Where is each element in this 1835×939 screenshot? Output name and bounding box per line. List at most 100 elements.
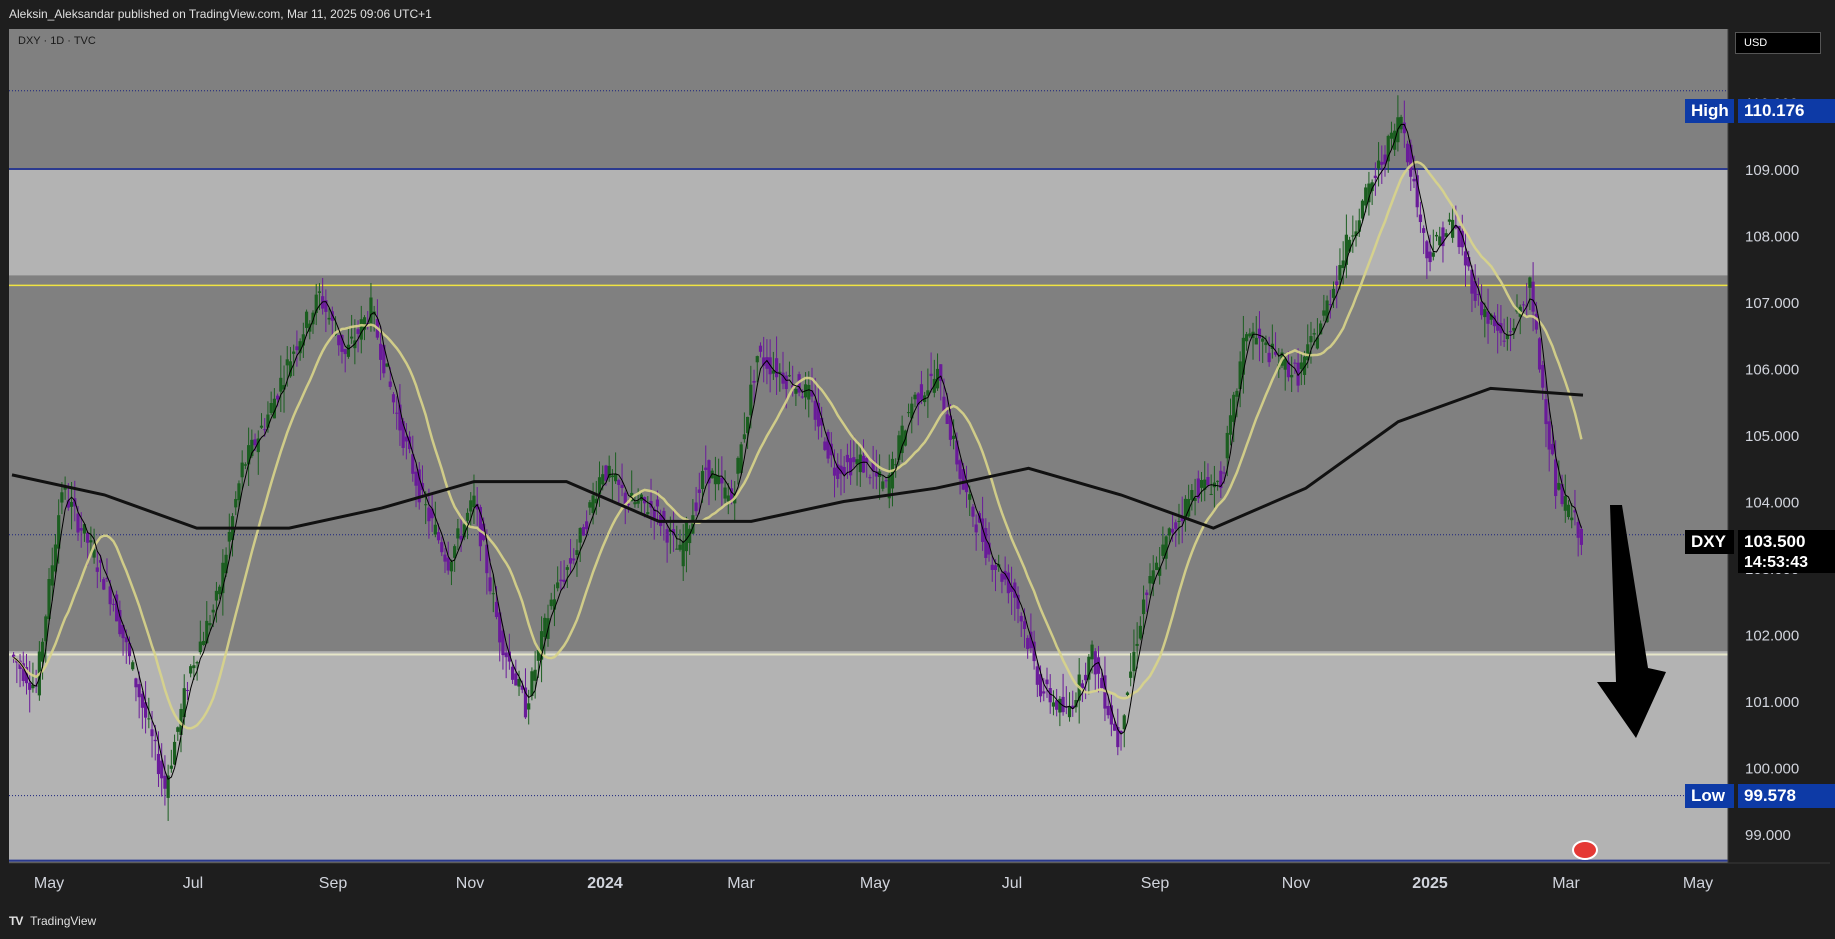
symbol-info[interactable]: DXY · 1D · TVC — [18, 35, 96, 47]
candle-body — [993, 565, 998, 570]
candle-body — [140, 693, 144, 708]
candle-body — [591, 495, 595, 514]
candle-body — [465, 512, 470, 521]
candle-body — [1447, 219, 1452, 222]
candle-body — [1042, 691, 1046, 694]
candle-body — [945, 414, 949, 424]
candle-body — [578, 528, 582, 543]
candle-body — [952, 435, 956, 439]
tradingview-mark-icon: TV — [9, 914, 23, 928]
current-value: 103.500 — [1738, 530, 1835, 554]
zone-band — [9, 275, 1728, 652]
candle-body — [440, 542, 444, 553]
candle-body — [337, 335, 341, 346]
candle-body — [1232, 394, 1236, 422]
candle-body — [929, 373, 933, 377]
candle-body — [807, 384, 811, 400]
price-chart[interactable]: 99.000100.000101.000102.000103.000104.00… — [0, 0, 1835, 939]
candle-body — [469, 500, 473, 512]
candle-body — [259, 425, 264, 428]
candle-body — [1557, 482, 1561, 490]
candle-body — [958, 460, 962, 479]
x-tick-label: Sep — [319, 875, 348, 892]
candle-body — [1138, 625, 1142, 639]
candle-body — [176, 727, 180, 732]
tradingview-logo[interactable]: TV TradingView — [9, 914, 96, 928]
candle-body — [195, 662, 199, 664]
candle-body — [1328, 304, 1332, 306]
candle-body — [163, 775, 167, 789]
candle-body — [472, 495, 476, 508]
candle-body — [1576, 521, 1580, 538]
us-flag-icon[interactable] — [1572, 840, 1598, 860]
candle-body — [565, 567, 569, 570]
candle-body — [1067, 706, 1072, 718]
candle-body — [292, 351, 296, 354]
candle-body — [359, 319, 363, 340]
candle-body — [543, 617, 547, 638]
y-tick-label: 100.000 — [1745, 761, 1799, 778]
candle-body — [1351, 235, 1355, 237]
currency-button[interactable]: USD — [1735, 32, 1821, 54]
candle-body — [1125, 692, 1130, 695]
candle-body — [414, 471, 418, 486]
candle-body — [1418, 214, 1423, 223]
candle-body — [488, 577, 492, 592]
candle-body — [1209, 493, 1213, 495]
candle-body — [1154, 562, 1159, 571]
price-axis[interactable] — [1728, 29, 1830, 863]
symbol-label: DXY — [1685, 530, 1734, 554]
candle-body — [1570, 517, 1574, 521]
candle-body — [588, 502, 592, 508]
x-tick-label: Mar — [1552, 875, 1580, 892]
candle-body — [427, 507, 431, 522]
candle-body — [585, 521, 589, 530]
y-tick-label: 108.000 — [1745, 229, 1799, 246]
candle-body — [527, 703, 531, 710]
candle-body — [1177, 520, 1181, 522]
candle-body — [1216, 480, 1220, 482]
candle-body — [201, 640, 206, 646]
y-tick-label: 107.000 — [1745, 295, 1799, 312]
candle-body — [684, 522, 689, 552]
candle-body — [559, 579, 563, 582]
x-tick-label: 2024 — [587, 875, 623, 892]
candle-body — [1161, 544, 1165, 556]
candle-body — [134, 678, 138, 688]
bar-countdown: 14:53:43 — [1738, 553, 1835, 573]
candle-body — [443, 554, 447, 562]
candle-body — [704, 467, 708, 470]
candle-body — [655, 499, 660, 507]
candle-body — [1080, 683, 1085, 688]
candle-body — [1132, 651, 1136, 672]
x-tick-label: Mar — [727, 875, 755, 892]
candle-body — [713, 474, 718, 485]
candle-body — [1566, 504, 1571, 518]
candle-body — [1058, 698, 1062, 713]
candle-body — [150, 729, 154, 737]
candle-body — [800, 396, 804, 398]
candle-body — [424, 504, 428, 506]
candle-body — [620, 484, 624, 489]
candle-body — [208, 623, 212, 626]
candle-body — [723, 487, 727, 499]
candle-body — [1544, 399, 1548, 425]
candle-body — [50, 565, 54, 586]
candle-body — [1248, 333, 1252, 337]
candle-body — [601, 474, 605, 485]
x-tick-label: 2025 — [1412, 875, 1448, 892]
candle-body — [1373, 175, 1377, 179]
candle-body — [395, 412, 399, 414]
candle-body — [1254, 337, 1258, 345]
candle-body — [562, 579, 566, 583]
y-tick-label: 106.000 — [1745, 362, 1799, 379]
candle-body — [1412, 178, 1416, 182]
candle-body — [1550, 443, 1555, 455]
y-tick-label: 105.000 — [1745, 428, 1799, 445]
candle-body — [990, 564, 994, 570]
candle-body — [253, 439, 257, 446]
candle-body — [1541, 364, 1545, 388]
candle-body — [1531, 281, 1535, 312]
candle-body — [1290, 374, 1294, 378]
candle-body — [726, 495, 730, 502]
